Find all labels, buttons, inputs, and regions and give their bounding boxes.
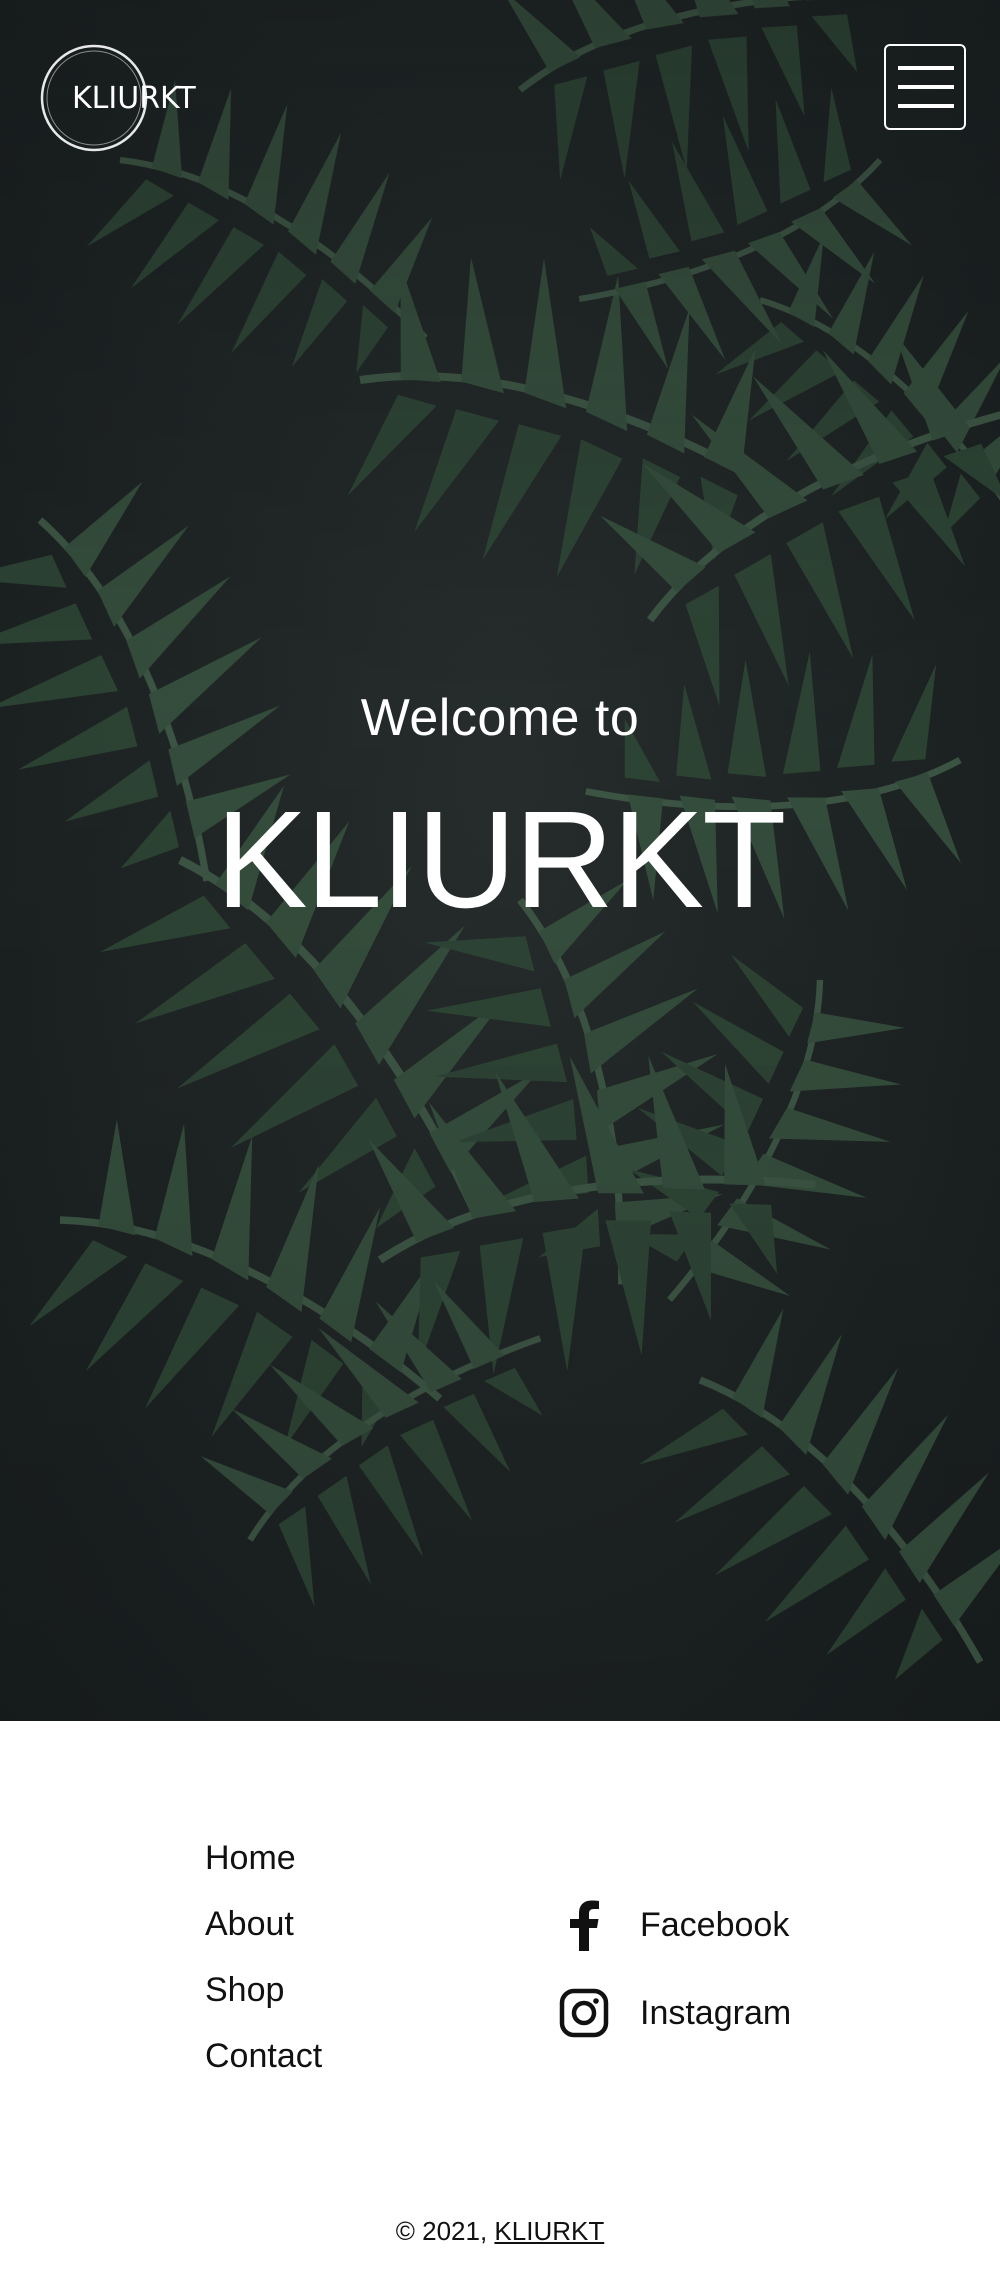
hero-title: KLIURKT [215, 783, 787, 937]
footer-nav-home[interactable]: Home [205, 1825, 322, 1891]
hamburger-menu-bar [898, 104, 954, 108]
site-footer: Home About Shop Contact Facebook Instagr… [0, 1721, 1000, 2290]
social-link-facebook[interactable]: Facebook [558, 1881, 791, 1969]
copyright-text: © 2021, KLIURKT [0, 2216, 1000, 2247]
logo-text: KLIURKT [72, 81, 196, 116]
instagram-icon [558, 1987, 610, 2039]
logo-circle-icon: KLIURKT [40, 44, 196, 152]
footer-nav-shop[interactable]: Shop [205, 1957, 322, 2023]
social-label-facebook: Facebook [640, 1905, 790, 1944]
hamburger-menu-icon [898, 66, 954, 70]
page: KLIURKT Welcome to KLIURKT Home About Sh… [0, 0, 1000, 2290]
footer-nav-contact[interactable]: Contact [205, 2023, 322, 2089]
facebook-icon [558, 1899, 610, 1951]
hamburger-menu-button[interactable] [884, 44, 966, 130]
social-link-instagram[interactable]: Instagram [558, 1969, 791, 2057]
hamburger-menu-bar [898, 85, 954, 89]
footer-nav: Home About Shop Contact [205, 1825, 322, 2089]
site-logo[interactable]: KLIURKT [36, 38, 236, 162]
hero-welcome-text: Welcome to [360, 689, 640, 747]
copyright-prefix: © 2021, [395, 2216, 495, 2246]
copyright-link[interactable]: KLIURKT [494, 2216, 604, 2246]
footer-nav-about[interactable]: About [205, 1891, 322, 1957]
social-links: Facebook Instagram [558, 1881, 791, 2057]
social-label-instagram: Instagram [640, 1993, 792, 2032]
hero-section: KLIURKT Welcome to KLIURKT [0, 0, 1000, 1721]
